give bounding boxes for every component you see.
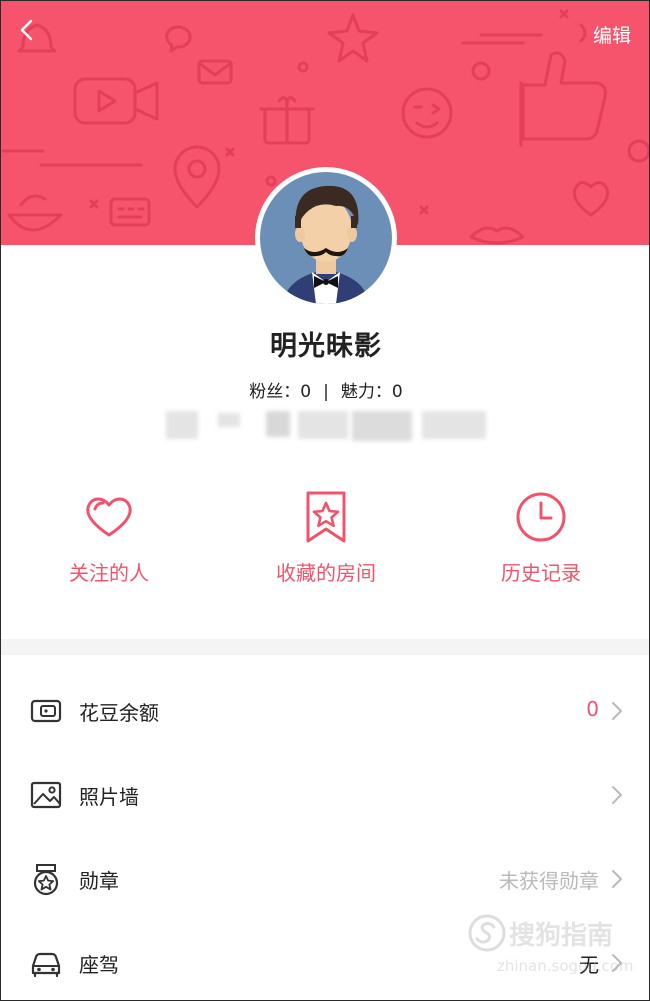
quick-action-history[interactable]: 历史记录	[461, 489, 621, 586]
menu-item-balance[interactable]: 花豆余额 0	[1, 669, 649, 753]
chevron-left-icon	[20, 19, 33, 41]
section-divider	[1, 639, 649, 655]
menu-item-photo-wall[interactable]: 照片墙	[1, 753, 649, 837]
charm-label: 魅力	[340, 382, 375, 402]
medal-icon	[29, 862, 63, 896]
stats-separator: |	[323, 382, 329, 402]
fans-colon: ：	[283, 382, 301, 402]
menu-item-label: 座驾	[79, 953, 119, 977]
chevron-right-icon	[612, 702, 622, 720]
redacted-block	[352, 411, 412, 441]
menu-item-vehicle[interactable]: 座驾 无	[1, 921, 649, 1000]
bookmark-star-icon	[298, 489, 354, 545]
profile-stats: 粉丝：0 | 魅力：0	[1, 377, 649, 402]
quick-action-following[interactable]: 关注的人	[29, 489, 189, 586]
balance-value: 0	[586, 697, 599, 721]
clock-icon	[513, 489, 569, 545]
charm-colon: ：	[374, 382, 392, 402]
quick-action-label: 收藏的房间	[276, 561, 376, 585]
image-icon	[29, 778, 63, 812]
redacted-block	[266, 411, 290, 437]
redacted-block	[422, 411, 486, 439]
menu-item-label: 花豆余额	[79, 701, 159, 725]
avatar-illustration	[282, 185, 370, 304]
avatar[interactable]	[255, 167, 397, 309]
back-button[interactable]	[13, 15, 43, 45]
menu-item-label: 勋章	[79, 869, 119, 893]
redacted-signature	[166, 411, 486, 441]
fans-label: 粉丝	[249, 382, 284, 402]
profile-screen: 编辑 明光昧影 粉丝：0 | 魅力：0 关注的人 收藏的房间 历史记录 花豆余额…	[0, 0, 650, 1001]
quick-action-favorites[interactable]: 收藏的房间	[246, 489, 406, 586]
redacted-block	[218, 413, 240, 427]
quick-action-label: 关注的人	[69, 561, 149, 585]
quick-action-label: 历史记录	[501, 561, 581, 585]
fans-count: 0	[300, 382, 312, 402]
avatar-image	[260, 172, 392, 304]
chevron-right-icon	[612, 786, 622, 804]
edit-button[interactable]: 编辑	[593, 21, 631, 48]
heart-icon	[81, 489, 137, 545]
charm-count: 0	[391, 382, 403, 402]
medals-value: 未获得勋章	[499, 869, 599, 893]
vehicle-value: 无	[579, 953, 599, 977]
wallet-icon	[29, 694, 63, 728]
menu-item-medals[interactable]: 勋章 未获得勋章	[1, 837, 649, 921]
car-icon	[29, 946, 63, 980]
redacted-block	[298, 411, 348, 439]
redacted-block	[166, 411, 198, 439]
menu-item-label: 照片墙	[79, 785, 139, 809]
chevron-right-icon	[612, 870, 622, 888]
chevron-right-icon	[612, 954, 622, 972]
username: 明光昧影	[270, 331, 382, 362]
